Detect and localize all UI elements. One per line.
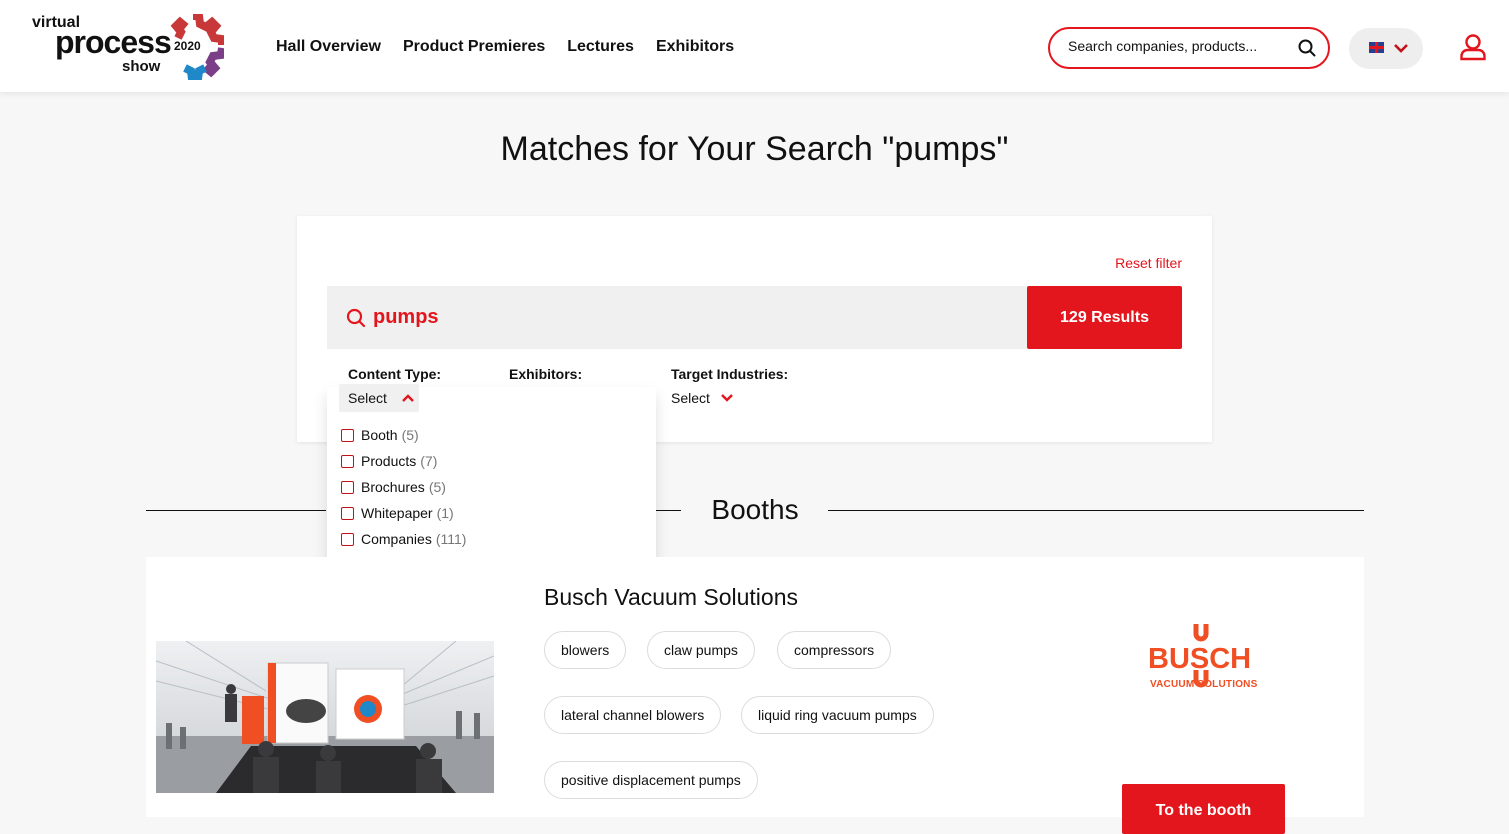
divider-right [828, 510, 1364, 511]
option-label: Whitepaper [361, 505, 433, 521]
tag-chip[interactable]: claw pumps [647, 631, 755, 669]
divider-left [146, 510, 326, 511]
logo-year: 2020 [174, 39, 201, 53]
nav-hall-overview[interactable]: Hall Overview [276, 38, 381, 56]
chevron-up-icon [402, 394, 414, 402]
chevron-down-icon [721, 394, 733, 402]
option-count: (1) [436, 505, 454, 521]
results-button[interactable]: 129 Results [1027, 286, 1182, 349]
to-booth-button[interactable]: To the booth [1122, 784, 1285, 834]
option-brochures[interactable]: Brochures (5) [341, 479, 446, 495]
option-label: Products [361, 453, 417, 469]
target-industries-filter-label: Target Industries: [671, 366, 789, 382]
option-label: Companies [361, 531, 432, 547]
checkbox[interactable] [341, 506, 354, 520]
logo[interactable]: virtual process show 2020 [30, 12, 225, 82]
content-type-select[interactable]: Select [339, 384, 419, 412]
option-whitepaper[interactable]: Whitepaper (1) [341, 505, 454, 521]
busch-logo-subtitle: VACUUM SOLUTIONS [1150, 679, 1258, 690]
main-nav: Hall Overview Product Premieres Lectures… [276, 38, 734, 56]
target-industries-select-value: Select [671, 390, 710, 406]
option-companies[interactable]: Companies (111) [341, 531, 466, 547]
reset-filter-link[interactable]: Reset filter [1115, 255, 1182, 271]
content-type-select-value: Select [348, 390, 387, 406]
tag-chip[interactable]: lateral channel blowers [544, 696, 722, 734]
busch-logo-text: BUSCH [1148, 643, 1251, 675]
checkbox[interactable] [341, 480, 354, 494]
option-count: (111) [435, 531, 467, 547]
uk-flag-icon [1369, 42, 1384, 53]
section-heading-booths: Booths [711, 494, 799, 525]
site-header: virtual process show 2020 Hall Overview … [0, 0, 1509, 92]
user-icon[interactable] [1459, 33, 1487, 61]
checkbox[interactable] [341, 532, 354, 546]
option-label: Booth [361, 427, 398, 443]
booth-scene-image [156, 641, 494, 793]
search-icon [346, 308, 366, 328]
option-products[interactable]: Products (7) [341, 453, 437, 469]
target-industries-select[interactable]: Select [671, 390, 734, 406]
search-query: pumps [373, 306, 439, 328]
tag-chip[interactable]: blowers [544, 631, 627, 669]
nav-product-premieres[interactable]: Product Premieres [403, 38, 545, 56]
booth-thumbnail[interactable] [156, 641, 494, 793]
header-search [1048, 27, 1330, 69]
nav-exhibitors[interactable]: Exhibitors [656, 38, 734, 56]
page-title: Matches for Your Search "pumps" [500, 130, 1009, 168]
option-label: Brochures [361, 479, 425, 495]
option-count: (7) [420, 453, 438, 469]
content-type-filter-label: Content Type: [348, 366, 442, 382]
main-search-field[interactable]: pumps [327, 286, 1027, 349]
checkbox[interactable] [341, 428, 354, 442]
nav-lectures[interactable]: Lectures [567, 38, 634, 56]
tag-chip[interactable]: positive displacement pumps [544, 761, 758, 799]
option-count: (5) [428, 479, 446, 495]
divider-left [656, 510, 681, 511]
language-switcher[interactable] [1349, 28, 1423, 69]
booth-result-card: Busch Vacuum Solutions blowers claw pump… [146, 557, 1364, 834]
header-search-input[interactable] [1066, 37, 1290, 55]
chevron-down-icon [1394, 44, 1408, 53]
logo-line2: process [55, 24, 172, 60]
exhibitors-filter-label: Exhibitors: [509, 366, 583, 382]
logo-line3: show [122, 58, 161, 75]
option-booth[interactable]: Booth (5) [341, 427, 419, 443]
search-icon[interactable] [1298, 39, 1316, 57]
option-count: (5) [401, 427, 419, 443]
tag-chip[interactable]: liquid ring vacuum pumps [741, 696, 934, 734]
booth-company-name[interactable]: Busch Vacuum Solutions [544, 584, 798, 611]
tag-chip[interactable]: compressors [777, 631, 892, 669]
checkbox[interactable] [341, 454, 354, 468]
